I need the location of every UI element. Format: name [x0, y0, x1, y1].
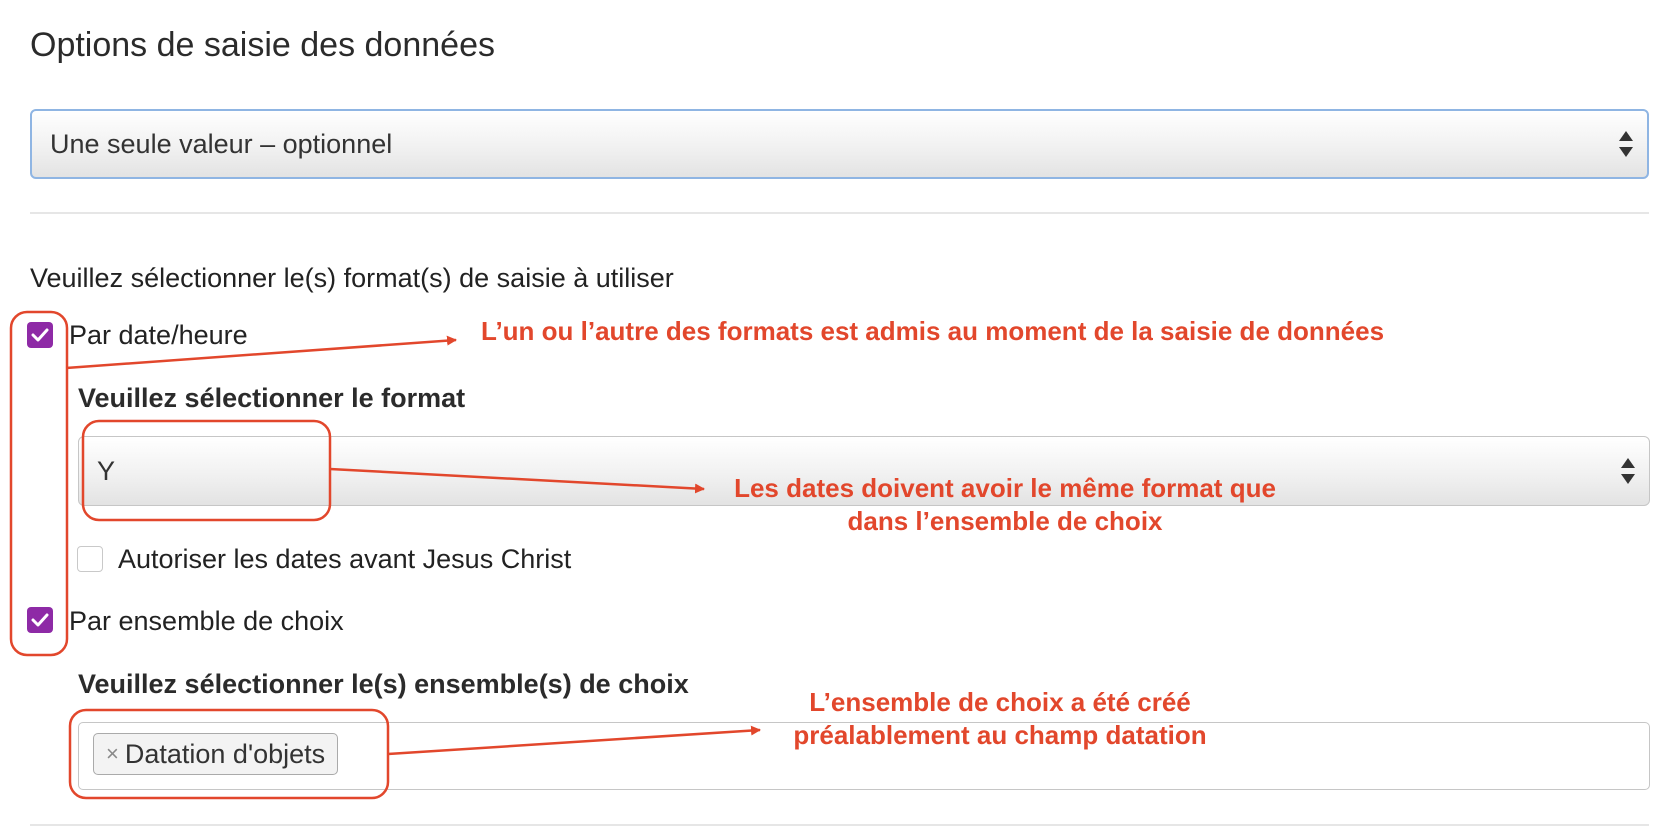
annotation-note-3-line-2: préalablement au champ datation [793, 720, 1207, 750]
select-arrows-icon [1621, 458, 1635, 484]
annotation-note-3-line-1: L’ensemble de choix a été créé [809, 687, 1191, 717]
choice-set-checkbox-label[interactable]: Par ensemble de choix [69, 606, 344, 637]
date-format-select-value: Y [97, 455, 116, 486]
choice-set-prompt: Veuillez sélectionner le(s) ensemble(s) … [78, 669, 689, 699]
annotation-note-3: L’ensemble de choix a été créé préalable… [740, 686, 1260, 752]
entry-mode-select-value: Une seule valeur – optionnel [50, 128, 393, 159]
annotation-note-1: L’un ou l’autre des formats est admis au… [481, 316, 1385, 346]
divider [30, 824, 1649, 826]
format-prompt: Veuillez sélectionner le format [78, 383, 466, 413]
annotation-box-checkboxes [9, 310, 69, 657]
datetime-checkbox-label[interactable]: Par date/heure [69, 320, 248, 351]
allow-bc-label[interactable]: Autoriser les dates avant Jesus Christ [118, 544, 571, 575]
allow-bc-checkbox[interactable] [77, 546, 103, 572]
annotation-note-2-line-2: dans l’ensemble de choix [847, 506, 1163, 536]
annotation-note-2-line-1: Les dates doivent avoir le même format q… [734, 473, 1276, 503]
page-title: Options de saisie des données [30, 26, 495, 64]
checkmark-icon [31, 328, 49, 342]
datetime-checkbox[interactable] [27, 322, 53, 348]
annotation-note-2: Les dates doivent avoir le même format q… [700, 472, 1310, 538]
divider [30, 212, 1649, 214]
selected-tag: × Datation d'objets [93, 733, 339, 775]
remove-tag-icon[interactable]: × [106, 741, 119, 767]
entry-mode-select[interactable]: Une seule valeur – optionnel [30, 109, 1649, 179]
choice-set-checkbox[interactable] [27, 607, 53, 633]
selected-tag-label: Datation d'objets [124, 738, 326, 769]
checkmark-icon [31, 613, 49, 627]
select-arrows-icon [1619, 131, 1633, 157]
formats-prompt: Veuillez sélectionner le(s) format(s) de… [30, 263, 674, 293]
